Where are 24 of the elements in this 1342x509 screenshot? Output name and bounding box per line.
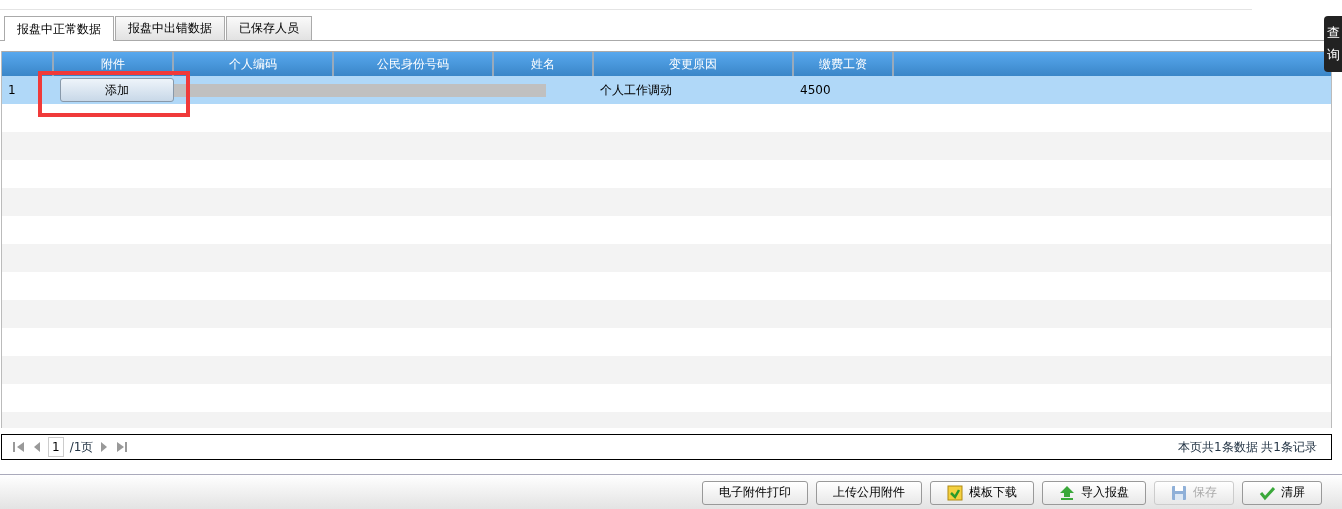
tab[interactable]: 报盘中正常数据 — [4, 16, 114, 41]
upload-icon — [1059, 484, 1075, 501]
query-side-tab[interactable]: 查询 — [1324, 16, 1342, 72]
add-button[interactable]: 添加 — [60, 78, 174, 102]
toolbar-button[interactable]: 电子附件打印 — [702, 480, 808, 505]
table-cell-text: 个人工作调动 — [600, 82, 672, 99]
first-page-icon[interactable] — [12, 441, 26, 453]
toolbar-button[interactable]: 模板下载 — [930, 480, 1034, 505]
previous-page-icon[interactable] — [32, 441, 42, 453]
row-number: 1 — [8, 82, 16, 99]
record-summary: 本页共1条数据 共1条记录 — [1177, 438, 1317, 456]
download-icon — [947, 484, 963, 501]
table-row[interactable]: 1 添加 个人工作调动 4500 — [2, 76, 1331, 104]
save-icon — [1171, 484, 1187, 501]
page-total: /1页 — [69, 438, 94, 456]
tab[interactable]: 报盘中出错数据 — [115, 16, 225, 40]
last-page-icon[interactable] — [115, 441, 130, 453]
toolbar-button[interactable]: 清屏 — [1242, 480, 1322, 505]
tab[interactable]: 已保存人员 — [226, 16, 312, 40]
page-number-field[interactable]: 1 — [48, 437, 64, 457]
table-cell-text: 4500 — [800, 82, 831, 99]
toolbar-button[interactable]: 上传公用附件 — [816, 480, 922, 505]
check-icon — [1259, 484, 1275, 501]
toolbar-button[interactable]: 导入报盘 — [1042, 480, 1146, 505]
